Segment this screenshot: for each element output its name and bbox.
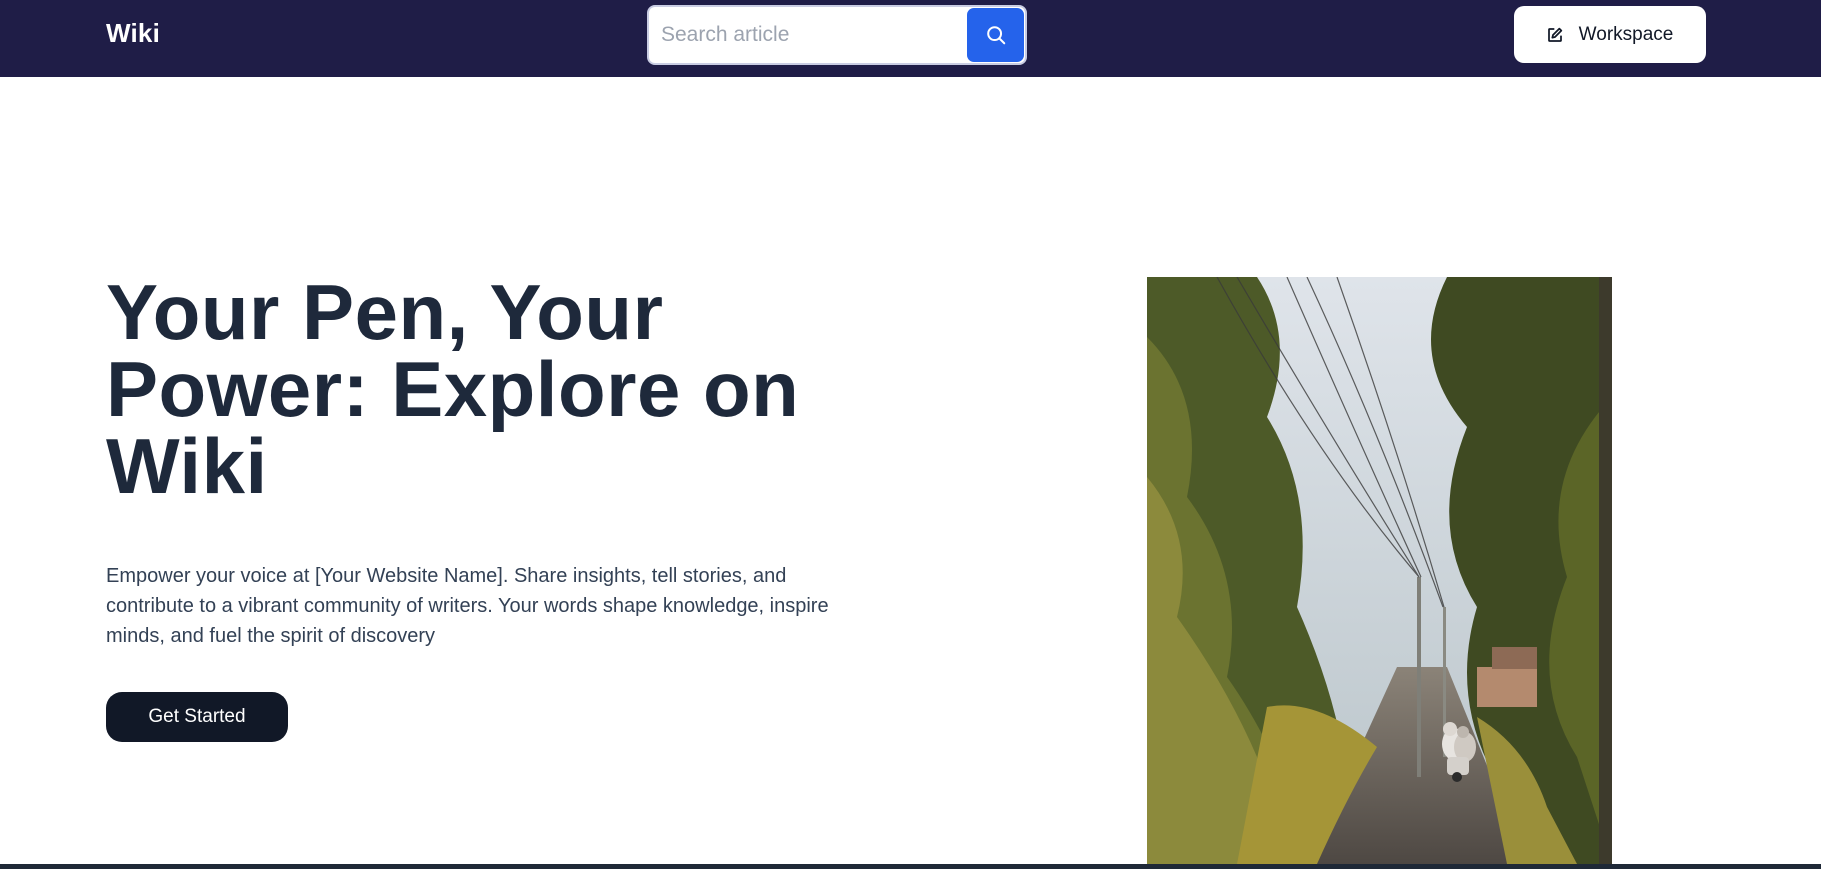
edit-icon [1547,27,1562,42]
search-bar [647,5,1027,65]
brand-logo[interactable]: Wiki [106,18,160,49]
hero-description: Empower your voice at [Your Website Name… [106,565,829,647]
workspace-label: Workspace [1578,23,1674,45]
bottom-edge [0,864,1821,869]
top-navbar: Wiki Workspace [0,0,1821,77]
hero-title: Your Pen, Your Power: Explore on Wiki [106,268,800,510]
search-input[interactable] [661,17,951,53]
workspace-button[interactable]: Workspace [1514,6,1706,63]
search-button[interactable] [967,8,1024,62]
hero-image [1147,277,1612,864]
get-started-button[interactable]: Get Started [106,692,288,742]
search-icon [986,26,1005,45]
